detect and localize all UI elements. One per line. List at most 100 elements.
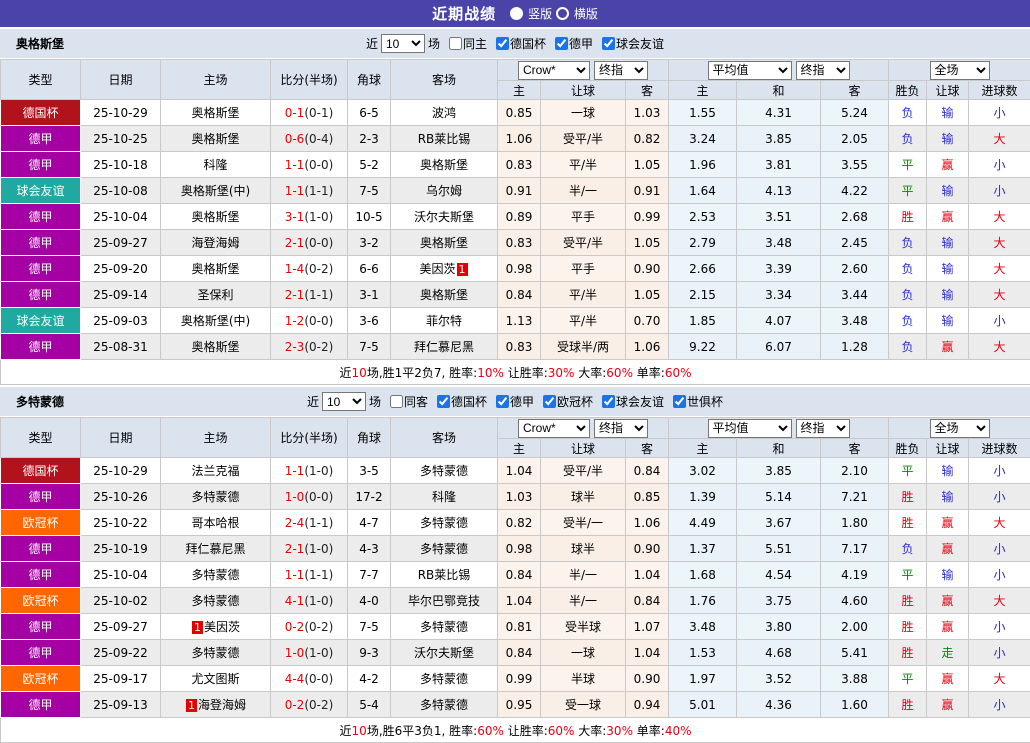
view-mode-radio-vertical[interactable]: 竖版 xyxy=(510,5,552,22)
league-filter-2[interactable]: 欧冠杯 xyxy=(537,393,593,410)
away-team-link[interactable]: RB莱比锡 xyxy=(418,132,471,146)
league-filter-2[interactable]: 球会友谊 xyxy=(596,35,664,52)
odds-time-select[interactable]: 终指 xyxy=(594,61,648,80)
away-team-link[interactable]: 波鸿 xyxy=(432,106,456,120)
odds-away: 1.06 xyxy=(626,510,669,536)
full-time-score[interactable]: 1-1 xyxy=(285,464,305,478)
league-filter-3[interactable]: 球会友谊 xyxy=(596,393,664,410)
odds-source-select[interactable]: Crow* xyxy=(518,61,590,80)
full-time-score[interactable]: 0-6 xyxy=(285,132,305,146)
full-time-score[interactable]: 2-1 xyxy=(285,236,305,250)
full-time-score[interactable]: 1-4 xyxy=(285,262,305,276)
league-filter-1[interactable]: 德甲 xyxy=(549,35,593,52)
away-team-link[interactable]: 多特蒙德 xyxy=(420,672,468,686)
result-goals: 大 xyxy=(969,230,1030,256)
same-side-checkbox[interactable] xyxy=(449,37,462,50)
full-time-score[interactable]: 2-1 xyxy=(285,288,305,302)
league-filter-4[interactable]: 世俱杯 xyxy=(667,393,723,410)
full-time-score[interactable]: 1-1 xyxy=(285,158,305,172)
league-filter-1[interactable]: 德甲 xyxy=(490,393,534,410)
league-checkbox[interactable] xyxy=(555,37,568,50)
away-team-link[interactable]: 毕尔巴鄂竞技 xyxy=(408,594,480,608)
home-team-link[interactable]: 科隆 xyxy=(203,158,227,172)
avg-away: 1.80 xyxy=(821,510,889,536)
same-side-checkbox-label[interactable]: 同客 xyxy=(384,393,428,410)
league-checkbox[interactable] xyxy=(602,395,615,408)
away-team-link[interactable]: 多特蒙德 xyxy=(420,698,468,712)
league-checkbox[interactable] xyxy=(602,37,615,50)
full-time-score[interactable]: 1-1 xyxy=(285,184,305,198)
odds-time-select[interactable]: 终指 xyxy=(594,419,648,438)
home-team-link[interactable]: 拜仁慕尼黑 xyxy=(185,542,245,556)
home-team-link[interactable]: 多特蒙德 xyxy=(191,568,239,582)
full-time-score[interactable]: 1-0 xyxy=(285,490,305,504)
home-team-link[interactable]: 多特蒙德 xyxy=(191,594,239,608)
home-team-link[interactable]: 圣保利 xyxy=(197,288,233,302)
away-team-link[interactable]: 拜仁慕尼黑 xyxy=(414,340,474,354)
full-time-score[interactable]: 1-1 xyxy=(285,568,305,582)
away-team-link[interactable]: 奥格斯堡 xyxy=(420,288,468,302)
away-team-link[interactable]: RB莱比锡 xyxy=(418,568,471,582)
away-team-link[interactable]: 科隆 xyxy=(432,490,456,504)
away-team-link[interactable]: 多特蒙德 xyxy=(420,620,468,634)
home-team-link[interactable]: 奥格斯堡(中) xyxy=(181,184,250,198)
home-team-link[interactable]: 多特蒙德 xyxy=(191,490,239,504)
league-checkbox[interactable] xyxy=(437,395,450,408)
home-team-link[interactable]: 奥格斯堡 xyxy=(191,132,239,146)
full-time-score[interactable]: 2-1 xyxy=(285,542,305,556)
away-team-link[interactable]: 多特蒙德 xyxy=(420,516,468,530)
league-checkbox[interactable] xyxy=(543,395,556,408)
league-checkbox[interactable] xyxy=(673,395,686,408)
average-time-select[interactable]: 终指 xyxy=(796,419,850,438)
scope-select[interactable]: 全场 xyxy=(930,419,990,438)
average-source-select[interactable]: 平均值 xyxy=(708,419,792,438)
full-time-score[interactable]: 3-1 xyxy=(285,210,305,224)
league-filter-0[interactable]: 德国杯 xyxy=(490,35,546,52)
home-team-link[interactable]: 奥格斯堡 xyxy=(191,262,239,276)
home-team-link[interactable]: 法兰克福 xyxy=(191,464,239,478)
home-team-link[interactable]: 奥格斯堡 xyxy=(191,340,239,354)
view-mode-radio-horizontal[interactable]: 横版 xyxy=(556,5,598,22)
full-time-score[interactable]: 4-4 xyxy=(285,672,305,686)
away-team-link[interactable]: 奥格斯堡 xyxy=(420,236,468,250)
average-source-select[interactable]: 平均值 xyxy=(708,61,792,80)
full-time-score[interactable]: 1-0 xyxy=(285,646,305,660)
away-team-link[interactable]: 沃尔夫斯堡 xyxy=(414,210,474,224)
league-checkbox[interactable] xyxy=(496,37,509,50)
away-team-link[interactable]: 多特蒙德 xyxy=(420,464,468,478)
home-team-link[interactable]: 美因茨 xyxy=(204,620,240,634)
away-team-link[interactable]: 美因茨 xyxy=(419,262,455,276)
home-team-link[interactable]: 海登海姆 xyxy=(191,236,239,250)
away-team-link[interactable]: 奥格斯堡 xyxy=(420,158,468,172)
away-team-link[interactable]: 沃尔夫斯堡 xyxy=(414,646,474,660)
full-time-score[interactable]: 2-4 xyxy=(285,516,305,530)
full-time-score[interactable]: 0-1 xyxy=(285,106,305,120)
home-team: 奥格斯堡 xyxy=(161,204,271,230)
home-team-link[interactable]: 奥格斯堡 xyxy=(191,106,239,120)
home-team-link[interactable]: 奥格斯堡(中) xyxy=(181,314,250,328)
full-time-score[interactable]: 1-2 xyxy=(285,314,305,328)
full-time-score[interactable]: 0-2 xyxy=(285,698,305,712)
league-filter-0[interactable]: 德国杯 xyxy=(431,393,487,410)
home-team-link[interactable]: 哥本哈根 xyxy=(191,516,239,530)
home-team-link[interactable]: 尤文图斯 xyxy=(191,672,239,686)
odds-source-select[interactable]: Crow* xyxy=(518,419,590,438)
scope-select[interactable]: 全场 xyxy=(930,61,990,80)
same-side-checkbox-label[interactable]: 同主 xyxy=(443,35,487,52)
home-team-link[interactable]: 多特蒙德 xyxy=(191,646,239,660)
view-mode-radios: 竖版 横版 xyxy=(510,5,598,23)
away-team-link[interactable]: 菲尔特 xyxy=(426,314,462,328)
full-time-score[interactable]: 0-2 xyxy=(285,620,305,634)
match-count-select[interactable]: 10 xyxy=(322,392,366,411)
odds-handicap: 一球 xyxy=(541,100,626,126)
away-team-link[interactable]: 乌尔姆 xyxy=(426,184,462,198)
average-time-select[interactable]: 终指 xyxy=(796,61,850,80)
full-time-score[interactable]: 4-1 xyxy=(285,594,305,608)
league-checkbox[interactable] xyxy=(496,395,509,408)
same-side-checkbox[interactable] xyxy=(390,395,403,408)
away-team-link[interactable]: 多特蒙德 xyxy=(420,542,468,556)
match-count-select[interactable]: 10 xyxy=(381,34,425,53)
home-team-link[interactable]: 奥格斯堡 xyxy=(191,210,239,224)
full-time-score[interactable]: 2-3 xyxy=(285,340,305,354)
home-team-link[interactable]: 海登海姆 xyxy=(198,698,246,712)
